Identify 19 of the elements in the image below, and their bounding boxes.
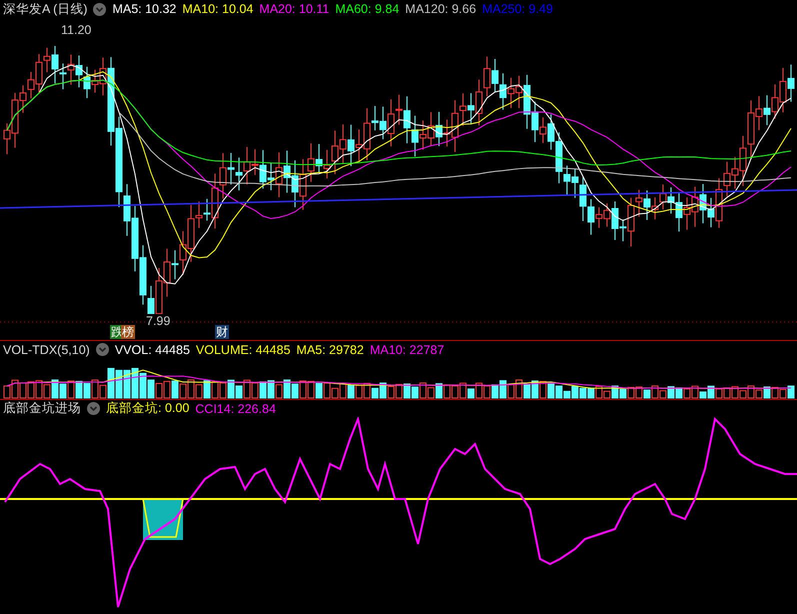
indicator-title: 底部金坑进场 xyxy=(3,400,81,417)
indicator-value: MA20: 10.11 xyxy=(259,2,330,16)
high-price-label: 11.20 xyxy=(61,23,92,37)
indicator-title: VOL-TDX(5,10) xyxy=(3,342,90,356)
indicator-value: MA10: 10.04 xyxy=(182,2,254,16)
indicator-value: MA5: 29782 xyxy=(296,342,364,356)
indicator-value: MA60: 9.84 xyxy=(335,2,400,16)
indicator-value: VVOL: 44485 xyxy=(114,342,190,356)
event-marker[interactable]: 榜 xyxy=(121,325,135,339)
indicator-value: MA120: 9.66 xyxy=(405,2,476,16)
indicator-value: CCI14: 226.84 xyxy=(195,402,276,416)
indicator-value: MA250: 9.49 xyxy=(482,2,553,16)
indicator-value: 底部金坑: 0.00 xyxy=(106,400,190,417)
indicator-title: 深华发A (日线) xyxy=(3,0,88,18)
low-price-label: 7.99 xyxy=(146,314,170,328)
indicator-value: MA5: 10.32 xyxy=(112,2,176,16)
indicator-value: MA10: 22787 xyxy=(370,342,444,356)
event-marker[interactable]: 财 xyxy=(215,325,229,339)
indicator-value: VOLUME: 44485 xyxy=(196,342,290,356)
